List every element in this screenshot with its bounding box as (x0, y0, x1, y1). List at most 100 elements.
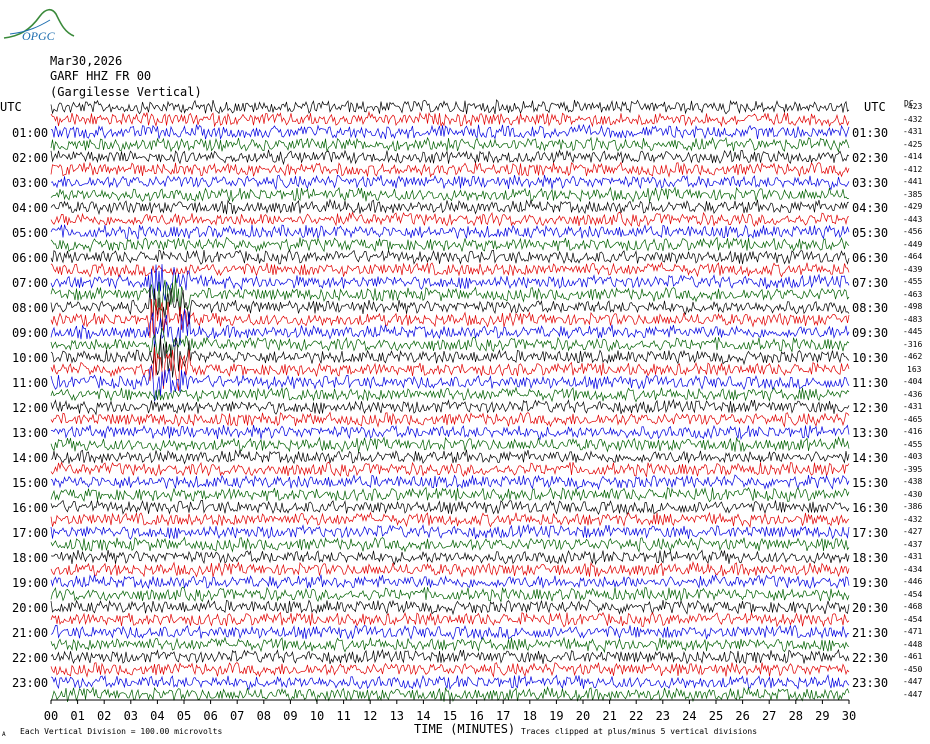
dc-offset-label: -427 (903, 527, 923, 536)
dc-offset-label: -447 (903, 689, 923, 699)
trace-line (50, 110, 850, 128)
trace-line (50, 424, 850, 441)
dc-offset-label: -456 (903, 227, 923, 236)
left-time-label: 18:00 (12, 551, 49, 565)
right-time-label: 01:30 (852, 126, 889, 140)
dc-offset-label: -461 (903, 652, 923, 661)
x-tick-label: 06 (203, 709, 218, 723)
dc-offset-label: -385 (903, 189, 923, 199)
left-time-label: 05:00 (12, 226, 49, 240)
dc-offset-label: -434 (903, 564, 923, 574)
trace-line (50, 549, 850, 566)
dc-offset-label: -416 (903, 427, 923, 436)
x-tick-label: 23 (655, 709, 671, 723)
dc-offset-label: -431 (903, 402, 923, 411)
x-tick-label: 05 (176, 709, 192, 723)
left-time-label: 13:00 (12, 426, 49, 440)
trace-line (50, 523, 850, 540)
trace-line (50, 511, 850, 529)
dc-offset-label: -498 (903, 302, 923, 311)
x-tick-label: 11 (336, 709, 351, 723)
dc-offset-label: -448 (903, 639, 923, 649)
trace-line (50, 662, 850, 678)
right-time-label: 16:30 (852, 501, 889, 515)
x-tick-label: 12 (362, 709, 378, 723)
trace-line (50, 186, 850, 203)
dc-offset-label: 163 (907, 364, 922, 374)
dc-offset-label: -431 (903, 552, 923, 561)
right-time-label: 13:30 (852, 426, 889, 440)
trace-line (50, 536, 850, 553)
dc-offset-label: -436 (903, 389, 923, 399)
x-tick-label: 07 (229, 709, 245, 723)
dc-offset-label: -468 (903, 602, 923, 611)
left-time-label: 02:00 (12, 151, 49, 165)
dc-offset-label: -386 (903, 502, 923, 511)
right-time-label: 12:30 (852, 401, 889, 415)
trace-line (50, 436, 850, 453)
x-tick-label: 25 (708, 709, 724, 723)
x-tick-label: 01 (70, 709, 85, 723)
x-tick-label: 09 (283, 709, 298, 723)
right-time-label: 02:30 (852, 151, 889, 165)
dc-offset-label: -455 (903, 439, 923, 449)
left-time-label: 21:00 (12, 626, 49, 640)
x-tick-label: 02 (96, 709, 112, 723)
trace-line (50, 136, 850, 153)
dc-offset-label: -465 (903, 414, 923, 424)
right-time-label: 03:30 (852, 176, 889, 190)
trace-line (50, 599, 850, 616)
trace-line (50, 673, 850, 691)
dc-offset-label: -431 (903, 127, 923, 136)
right-time-label: 14:30 (852, 451, 889, 465)
trace-line (50, 149, 850, 166)
dc-offset-label: -395 (903, 464, 923, 474)
left-time-label: 01:00 (12, 126, 49, 140)
x-tick-label: 26 (735, 709, 750, 723)
left-time-label: 15:00 (12, 476, 49, 490)
left-time-label: 12:00 (12, 401, 49, 415)
left-time-label: 16:00 (12, 501, 49, 515)
left-time-label: 19:00 (12, 576, 49, 590)
right-time-label: 23:30 (852, 676, 889, 690)
left-time-label: 22:00 (12, 651, 49, 665)
trace-line (50, 411, 850, 428)
right-time-label: 22:30 (852, 651, 889, 665)
trace-line (50, 611, 850, 628)
right-time-label: 20:30 (852, 601, 889, 615)
dc-offset-label: -446 (903, 577, 923, 586)
x-tick-label: 17 (495, 709, 511, 723)
x-tick-label: 15 (442, 709, 458, 723)
x-tick-label: 28 (788, 709, 804, 723)
x-axis-label: TIME (MINUTES) (414, 722, 516, 736)
dc-offset-label: -412 (903, 164, 923, 174)
dc-offset-label: -464 (903, 252, 923, 261)
dc-offset-label: -316 (903, 339, 923, 349)
right-time-label: 15:30 (852, 476, 889, 490)
right-time-label: 11:30 (852, 376, 889, 390)
left-time-label: 20:00 (12, 601, 49, 615)
dc-offset-label: -449 (903, 239, 923, 249)
trace-line (50, 573, 850, 590)
x-tick-label: 27 (761, 709, 777, 723)
helicorder-page: OPGC Mar30,2026 GARF HHZ FR 00 (Gargiles… (0, 0, 930, 744)
left-time-label: 06:00 (12, 251, 49, 265)
trace-line (50, 174, 850, 191)
helicorder-plot (50, 99, 850, 704)
footer-scale-note: Each Vertical Division = 100.00 microvol… (20, 727, 223, 736)
dc-offset-label: -432 (903, 114, 923, 124)
x-tick-label: 04 (150, 709, 165, 723)
trace-line (50, 99, 850, 115)
trace-line (50, 123, 850, 140)
left-time-label: 09:00 (12, 326, 49, 340)
left-time-label: 07:00 (12, 276, 49, 290)
x-tick-label: 24 (682, 709, 697, 723)
right-time-label: 18:30 (852, 551, 889, 565)
x-tick-label: 30 (841, 709, 857, 723)
x-tick-label: 03 (123, 709, 139, 723)
trace-line (50, 224, 850, 240)
trace-line (50, 449, 850, 465)
x-tick-label: 18 (522, 709, 538, 723)
right-time-label: 21:30 (852, 626, 889, 640)
dc-offset-label: -471 (903, 627, 923, 636)
